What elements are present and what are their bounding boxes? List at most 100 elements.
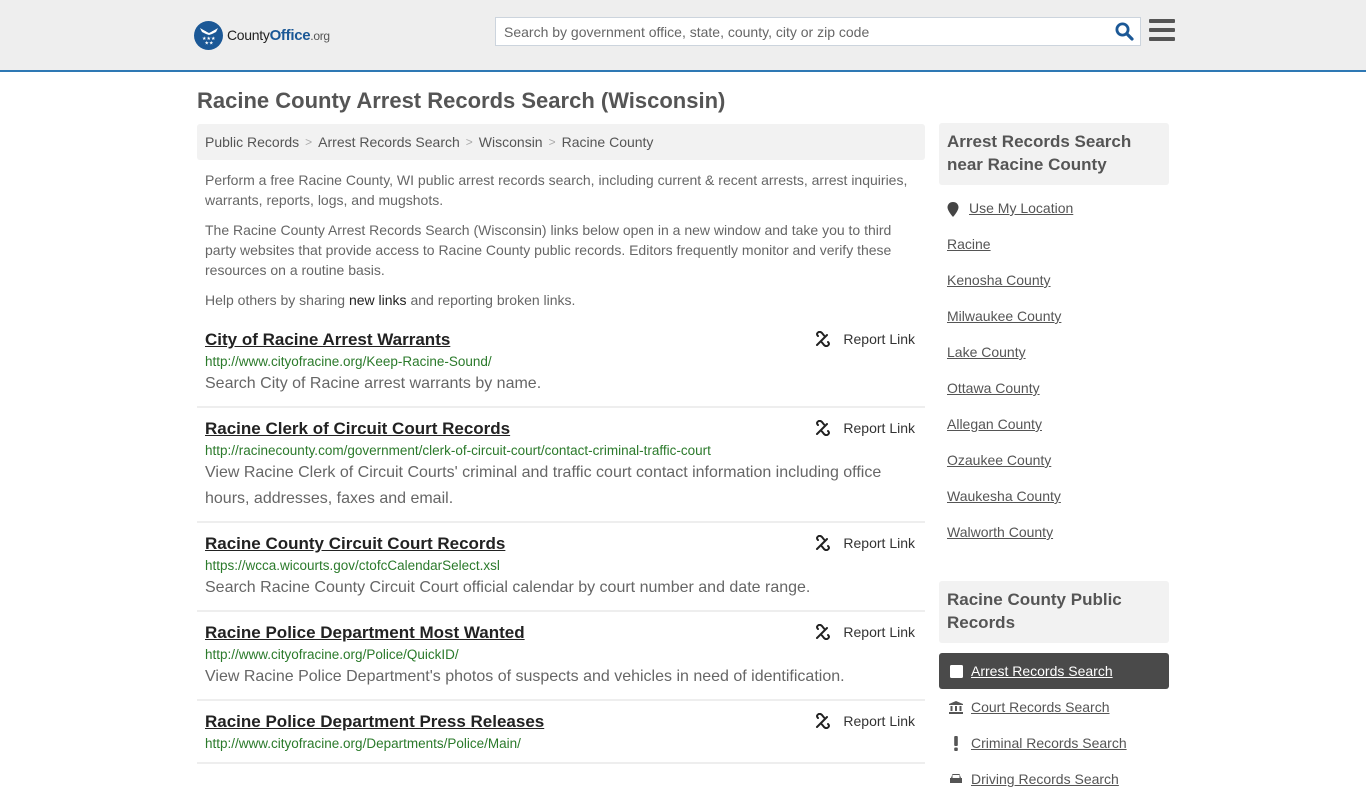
- intro-text: Perform a free Racine County, WI public …: [197, 170, 925, 310]
- broken-link-icon: [816, 420, 831, 436]
- result-url[interactable]: https://wcca.wicourts.gov/ctofcCalendarS…: [205, 557, 917, 575]
- result-description: View Racine Clerk of Circuit Courts' cri…: [205, 464, 882, 507]
- records-item-driving[interactable]: Driving Records Search: [939, 761, 1169, 797]
- report-link-label: Report Link: [843, 331, 915, 347]
- intro-paragraph-2: The Racine County Arrest Records Search …: [205, 222, 892, 278]
- result-title-link[interactable]: City of Racine Arrest Warrants: [205, 329, 450, 351]
- result-url[interactable]: http://racinecounty.com/government/clerk…: [205, 442, 917, 460]
- car-icon: [949, 773, 963, 785]
- intro-help-text-end: and reporting broken links.: [406, 292, 576, 308]
- nearby-item: Kenosha County: [939, 272, 1169, 308]
- result-title-link[interactable]: Racine Police Department Press Releases: [205, 711, 544, 733]
- site-header: ★★★ ★★ CountyOffice.org: [0, 0, 1366, 72]
- nearby-link-allegan-county[interactable]: Allegan County: [947, 416, 1042, 432]
- nearby-link-ottawa-county[interactable]: Ottawa County: [947, 380, 1040, 396]
- nearby-heading: Arrest Records Search near Racine County: [939, 123, 1169, 185]
- nearby-link-ozaukee-county[interactable]: Ozaukee County: [947, 452, 1051, 468]
- broken-link-icon: [816, 624, 831, 640]
- report-link-label: Report Link: [843, 420, 915, 436]
- nearby-link-kenosha-county[interactable]: Kenosha County: [947, 272, 1051, 288]
- records-item-criminal[interactable]: Criminal Records Search: [939, 725, 1169, 761]
- breadcrumb-separator: >: [548, 135, 556, 149]
- logo-org: .org: [310, 28, 330, 43]
- result-url[interactable]: http://www.cityofracine.org/Keep-Racine-…: [205, 353, 917, 371]
- arrest-records-search-link[interactable]: Arrest Records Search: [971, 663, 1113, 679]
- hamburger-menu-icon-bar: [1149, 28, 1175, 32]
- nearby-link-waukesha-county[interactable]: Waukesha County: [947, 488, 1061, 504]
- breadcrumb-separator: >: [305, 135, 313, 149]
- nearby-link-racine[interactable]: Racine: [947, 236, 991, 252]
- result-description: View Racine Police Department's photos o…: [205, 668, 845, 685]
- records-item-arrest[interactable]: Arrest Records Search: [939, 653, 1169, 689]
- result-description: Search Racine County Circuit Court offic…: [205, 579, 811, 596]
- broken-link-icon: [816, 535, 831, 551]
- report-link-button[interactable]: Report Link: [815, 331, 915, 347]
- search-icon: [1115, 22, 1134, 41]
- result-description: Search City of Racine arrest warrants by…: [205, 375, 542, 392]
- logo-county: County: [227, 26, 270, 43]
- nearby-item: Walworth County: [939, 524, 1169, 560]
- search-input[interactable]: [496, 18, 1108, 45]
- new-links-link[interactable]: new links: [349, 292, 407, 308]
- intro-help-text: Help others by sharing: [205, 292, 349, 308]
- breadcrumb-racine-county[interactable]: Racine County: [562, 134, 654, 150]
- public-records-list: Arrest Records Search Court Records Sear…: [939, 653, 1169, 797]
- page-title: Racine County Arrest Records Search (Wis…: [197, 88, 726, 113]
- broken-link-icon: [816, 331, 831, 347]
- breadcrumb-public-records[interactable]: Public Records: [205, 134, 299, 150]
- court-records-search-link[interactable]: Court Records Search: [971, 699, 1110, 715]
- nearby-item: Ottawa County: [939, 380, 1169, 416]
- eagle-logo-icon: ★★★ ★★: [194, 20, 223, 50]
- nearby-link-milwaukee-county[interactable]: Milwaukee County: [947, 308, 1061, 324]
- nearby-item: Racine: [939, 236, 1169, 272]
- hamburger-menu-icon-bar: [1149, 37, 1175, 41]
- criminal-records-search-link[interactable]: Criminal Records Search: [971, 735, 1127, 751]
- nearby-item: Milwaukee County: [939, 308, 1169, 344]
- logo-office: Office: [269, 26, 311, 44]
- intro-paragraph-1: Perform a free Racine County, WI public …: [205, 172, 908, 208]
- map-pin-icon: [947, 202, 959, 217]
- nearby-item: Allegan County: [939, 416, 1169, 452]
- report-link-button[interactable]: Report Link: [815, 535, 915, 551]
- site-logo[interactable]: ★★★ ★★ CountyOffice.org: [194, 20, 330, 50]
- report-link-label: Report Link: [843, 535, 915, 551]
- breadcrumb-separator: >: [465, 135, 473, 149]
- report-link-button[interactable]: Report Link: [815, 624, 915, 640]
- nearby-link-lake-county[interactable]: Lake County: [947, 344, 1026, 360]
- search-button[interactable]: [1108, 18, 1140, 45]
- driving-records-search-link[interactable]: Driving Records Search: [971, 771, 1119, 787]
- result-url[interactable]: http://www.cityofracine.org/Departments/…: [205, 735, 917, 753]
- broken-link-icon: [816, 713, 831, 729]
- hamburger-menu-icon-bar: [1149, 19, 1175, 23]
- report-link-button[interactable]: Report Link: [815, 713, 915, 729]
- result-item: City of Racine Arrest Warrants http://ww…: [197, 324, 925, 408]
- search-bar: [495, 17, 1141, 46]
- report-link-label: Report Link: [843, 624, 915, 640]
- use-my-location-link[interactable]: Use My Location: [969, 200, 1073, 216]
- svg-text:★★: ★★: [204, 41, 213, 46]
- use-my-location-item: Use My Location: [939, 200, 1169, 236]
- result-item: Racine Police Department Press Releases …: [197, 701, 925, 764]
- square-icon: [949, 664, 963, 678]
- breadcrumb-wisconsin[interactable]: Wisconsin: [479, 134, 543, 150]
- report-link-button[interactable]: Report Link: [815, 420, 915, 436]
- nearby-item: Waukesha County: [939, 488, 1169, 524]
- breadcrumb-arrest-records-search[interactable]: Arrest Records Search: [318, 134, 460, 150]
- courthouse-icon: [949, 700, 963, 714]
- results-list: City of Racine Arrest Warrants http://ww…: [197, 324, 925, 764]
- sidebar: Arrest Records Search near Racine County…: [939, 123, 1169, 797]
- result-title-link[interactable]: Racine Police Department Most Wanted: [205, 622, 525, 644]
- nearby-link-walworth-county[interactable]: Walworth County: [947, 524, 1053, 540]
- logo-text: CountyOffice.org: [227, 27, 330, 44]
- result-item: Racine Police Department Most Wanted htt…: [197, 612, 925, 701]
- result-url[interactable]: http://www.cityofracine.org/Police/Quick…: [205, 646, 917, 664]
- exclamation-icon: [949, 735, 963, 751]
- result-title-link[interactable]: Racine County Circuit Court Records: [205, 533, 505, 555]
- hamburger-menu-button[interactable]: [1149, 18, 1175, 42]
- nearby-item: Ozaukee County: [939, 452, 1169, 488]
- result-title-link[interactable]: Racine Clerk of Circuit Court Records: [205, 418, 510, 440]
- breadcrumb: Public Records > Arrest Records Search >…: [197, 124, 925, 160]
- intro-paragraph-3: Help others by sharing new links and rep…: [197, 290, 925, 310]
- records-item-court[interactable]: Court Records Search: [939, 689, 1169, 725]
- result-item: Racine Clerk of Circuit Court Records ht…: [197, 408, 925, 523]
